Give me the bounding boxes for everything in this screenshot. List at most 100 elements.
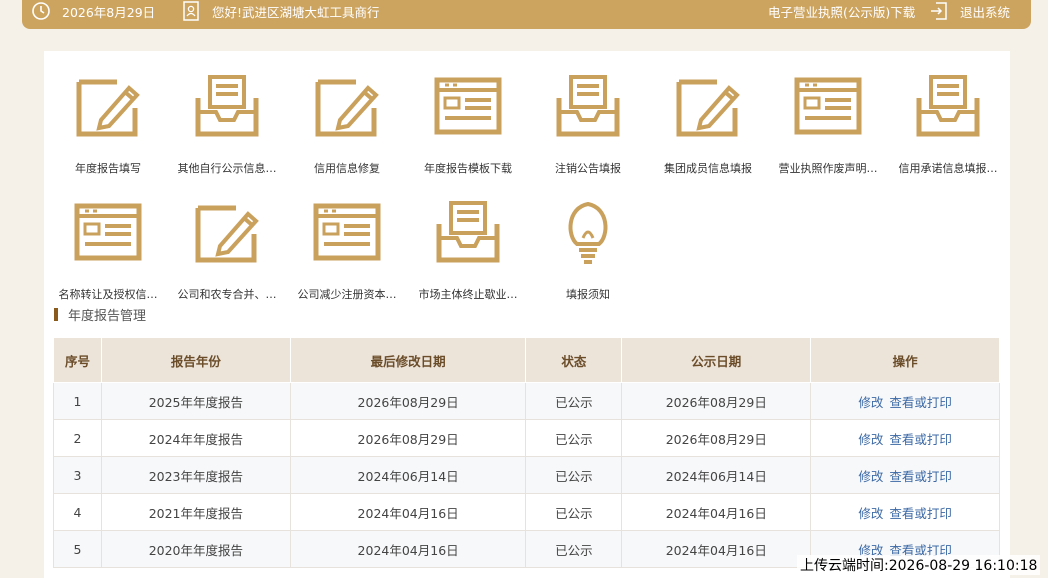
license-download-link[interactable]: 电子营业执照(公示版)下载: [768, 0, 915, 22]
view-print-link[interactable]: 查看或打印: [889, 432, 952, 447]
tile-company-merger[interactable]: 公司和农专合并、…: [167, 200, 287, 301]
cell-modified: 2026年08月29日: [289, 419, 527, 457]
edit-form-icon: [312, 74, 382, 138]
cell-actions: 修改 查看或打印: [810, 419, 1000, 457]
template-card-icon: [73, 200, 143, 264]
section-title: 年度报告管理: [54, 306, 147, 324]
upload-timestamp: 上传云端时间:2026-08-29 16:10:18: [797, 555, 1041, 575]
tile-capital-reduction[interactable]: 公司减少注册资本…: [287, 200, 407, 301]
tile-credit-commitment[interactable]: 信用承诺信息填报…: [888, 74, 1008, 175]
header-status: 状态: [525, 337, 623, 383]
cell-modified: 2024年04月16日: [289, 530, 527, 568]
tile-other-disclosure[interactable]: 其他自行公示信息…: [167, 74, 287, 175]
tile-license-void-statement[interactable]: 营业执照作废声明…: [768, 74, 888, 175]
tile-credit-repair[interactable]: 信用信息修复: [287, 74, 407, 175]
cell-year: 2020年年度报告: [100, 530, 291, 568]
inbox-tray-icon: [192, 74, 262, 138]
edit-link[interactable]: 修改: [858, 432, 883, 447]
tile-name-transfer[interactable]: 名称转让及授权信…: [48, 200, 168, 301]
table-row: 1 2025年年度报告 2026年08月29日 已公示 2026年08月29日 …: [53, 382, 1000, 420]
template-card-icon: [312, 200, 382, 264]
cell-actions: 修改 查看或打印: [810, 456, 1000, 494]
cell-published: 2024年04月16日: [621, 530, 812, 568]
cell-actions: 修改 查看或打印: [810, 493, 1000, 531]
cell-status: 已公示: [525, 493, 623, 531]
cell-status: 已公示: [525, 530, 623, 568]
cell-year: 2025年年度报告: [100, 382, 291, 420]
cell-no: 1: [53, 382, 102, 420]
logout-icon: [930, 1, 948, 21]
current-date: 2026年8月29日: [62, 4, 156, 20]
logout-button[interactable]: 退出系统: [930, 0, 1010, 22]
top-bar: 2026年8月29日 您好!武进区湖塘大虹工具商行 电子营业执照(公示版)下载 …: [22, 0, 1031, 29]
logout-label: 退出系统: [960, 4, 1011, 20]
header-modified: 最后修改日期: [289, 337, 527, 383]
table-row: 4 2021年年度报告 2024年04月16日 已公示 2024年04月16日 …: [53, 493, 1000, 531]
tile-label: 营业执照作废声明…: [778, 162, 878, 175]
greeting-text: 您好!武进区湖塘大虹工具商行: [212, 4, 380, 20]
cell-no: 3: [53, 456, 102, 494]
annual-report-table: 序号 报告年份 最后修改日期 状态 公示日期 操作 1 2025年年度报告 20…: [53, 337, 1000, 568]
table-header-row: 序号 报告年份 最后修改日期 状态 公示日期 操作: [53, 337, 1000, 383]
edit-form-icon: [673, 74, 743, 138]
header-actions: 操作: [810, 337, 1000, 383]
tile-label: 市场主体终止歇业…: [418, 288, 518, 301]
cell-status: 已公示: [525, 419, 623, 457]
greeting-area: 您好!武进区湖塘大虹工具商行: [182, 0, 380, 22]
inbox-tray-icon: [913, 74, 983, 138]
inbox-tray-icon: [553, 74, 623, 138]
tile-label: 信用承诺信息填报…: [898, 162, 998, 175]
header-published: 公示日期: [621, 337, 812, 383]
cell-year: 2021年年度报告: [100, 493, 291, 531]
cell-actions: 修改 查看或打印: [810, 382, 1000, 420]
edit-link[interactable]: 修改: [858, 506, 883, 521]
cell-no: 5: [53, 530, 102, 568]
tile-label: 填报须知: [566, 288, 610, 301]
lightbulb-icon: [553, 200, 623, 264]
cell-no: 2: [53, 419, 102, 457]
view-print-link[interactable]: 查看或打印: [889, 469, 952, 484]
tile-label: 集团成员信息填报: [664, 162, 752, 175]
tile-cancellation-notice[interactable]: 注销公告填报: [528, 74, 648, 175]
tile-label: 年度报告填写: [75, 162, 141, 175]
edit-link[interactable]: 修改: [858, 395, 883, 410]
cell-modified: 2024年06月14日: [289, 456, 527, 494]
cell-no: 4: [53, 493, 102, 531]
cell-modified: 2024年04月16日: [289, 493, 527, 531]
user-badge-icon: [182, 1, 200, 21]
table-row: 2 2024年年度报告 2026年08月29日 已公示 2026年08月29日 …: [53, 419, 1000, 457]
tile-group-member-info[interactable]: 集团成员信息填报: [648, 74, 768, 175]
header-year: 报告年份: [100, 337, 291, 383]
edit-form-icon: [192, 200, 262, 264]
tile-label: 名称转让及授权信…: [58, 288, 158, 301]
section-marker: [54, 307, 58, 321]
edit-link[interactable]: 修改: [858, 469, 883, 484]
table-row: 3 2023年年度报告 2024年06月14日 已公示 2024年06月14日 …: [53, 456, 1000, 494]
tile-template-download[interactable]: 年度报告模板下载: [408, 74, 528, 175]
template-card-icon: [433, 74, 503, 138]
cell-published: 2026年08月29日: [621, 419, 812, 457]
edit-form-icon: [73, 74, 143, 138]
view-print-link[interactable]: 查看或打印: [889, 506, 952, 521]
cell-modified: 2026年08月29日: [289, 382, 527, 420]
tile-label: 公司和农专合并、…: [177, 288, 277, 301]
tile-filing-notice[interactable]: 填报须知: [528, 200, 648, 301]
tile-label: 注销公告填报: [555, 162, 621, 175]
tile-label: 公司减少注册资本…: [297, 288, 397, 301]
cell-published: 2024年06月14日: [621, 456, 812, 494]
tile-business-suspension[interactable]: 市场主体终止歇业…: [408, 200, 528, 301]
template-card-icon: [793, 74, 863, 138]
section-title-text: 年度报告管理: [68, 308, 147, 324]
tile-label: 信用信息修复: [314, 162, 380, 175]
view-print-link[interactable]: 查看或打印: [889, 395, 952, 410]
tile-label: 其他自行公示信息…: [177, 162, 277, 175]
cell-published: 2024年04月16日: [621, 493, 812, 531]
header-no: 序号: [53, 337, 102, 383]
cell-status: 已公示: [525, 382, 623, 420]
inbox-tray-icon: [433, 200, 503, 264]
clock-icon: [30, 0, 52, 22]
cell-year: 2024年年度报告: [100, 419, 291, 457]
cell-published: 2026年08月29日: [621, 382, 812, 420]
tile-label: 年度报告模板下载: [424, 162, 512, 175]
tile-annual-report-fill[interactable]: 年度报告填写: [48, 74, 168, 175]
